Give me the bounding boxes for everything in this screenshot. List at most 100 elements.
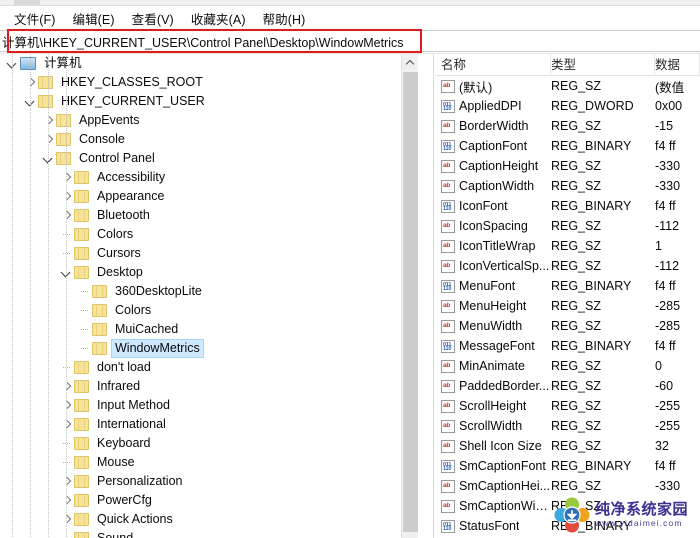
expand-chevron-icon[interactable] bbox=[42, 111, 56, 130]
value-data-cell: f4 ff bbox=[655, 139, 700, 153]
scroll-up-button[interactable] bbox=[402, 54, 418, 71]
menu-favorites[interactable]: 收藏夹(A) bbox=[183, 7, 255, 30]
tree-item-accessibility[interactable]: Accessibility bbox=[0, 168, 418, 187]
value-name-label: SmCaptionWid... bbox=[459, 499, 551, 513]
registry-tree: 计算机HKEY_CLASSES_ROOTHKEY_CURRENT_USERApp… bbox=[0, 54, 418, 538]
tree-item-360desktoplite[interactable]: 360DesktopLite bbox=[0, 282, 418, 301]
value-row[interactable]: abIconTitleWrapREG_SZ1 bbox=[435, 236, 700, 256]
tree-item-label: Bluetooth bbox=[94, 207, 153, 224]
expand-chevron-icon[interactable] bbox=[60, 168, 74, 187]
pane-splitter[interactable] bbox=[418, 54, 434, 538]
tree-item-mouse[interactable]: Mouse bbox=[0, 453, 418, 472]
folder-icon bbox=[92, 304, 107, 317]
tree-item-colors[interactable]: Colors bbox=[0, 225, 418, 244]
address-input[interactable]: 计算机\HKEY_CURRENT_USER\Control Panel\Desk… bbox=[0, 30, 700, 52]
menu-bar: 文件(F)编辑(E)查看(V)收藏夹(A)帮助(H) bbox=[0, 6, 700, 30]
tree-item-control-panel[interactable]: Control Panel bbox=[0, 149, 418, 168]
tree-connector-icon bbox=[60, 244, 74, 263]
value-row[interactable]: 011110AppliedDPIREG_DWORD0x00 bbox=[435, 96, 700, 116]
collapse-chevron-icon[interactable] bbox=[42, 149, 56, 168]
value-row[interactable]: 011110IconFontREG_BINARYf4 ff bbox=[435, 196, 700, 216]
value-row[interactable]: abIconVerticalSp...REG_SZ-112 bbox=[435, 256, 700, 276]
menu-view[interactable]: 查看(V) bbox=[124, 7, 183, 30]
tree-item-international[interactable]: International bbox=[0, 415, 418, 434]
collapse-chevron-icon[interactable] bbox=[60, 263, 74, 282]
tree-item-quick-actions[interactable]: Quick Actions bbox=[0, 510, 418, 529]
tree-item-colors[interactable]: Colors bbox=[0, 301, 418, 320]
string-value-icon: ab bbox=[441, 300, 455, 313]
value-row[interactable]: abScrollHeightREG_SZ-255 bbox=[435, 396, 700, 416]
value-row[interactable]: abScrollWidthREG_SZ-255 bbox=[435, 416, 700, 436]
tree-item-don-t-load[interactable]: don't load bbox=[0, 358, 418, 377]
value-row[interactable]: 011110CaptionFontREG_BINARYf4 ff bbox=[435, 136, 700, 156]
column-header-type[interactable]: 类型 bbox=[551, 54, 655, 76]
tree-item-hkey-classes-root[interactable]: HKEY_CLASSES_ROOT bbox=[0, 73, 418, 92]
tree-item-desktop[interactable]: Desktop bbox=[0, 263, 418, 282]
value-row[interactable]: 011110MessageFontREG_BINARYf4 ff bbox=[435, 336, 700, 356]
expand-chevron-icon[interactable] bbox=[60, 206, 74, 225]
menu-help[interactable]: 帮助(H) bbox=[255, 7, 315, 30]
collapse-chevron-icon[interactable] bbox=[24, 92, 38, 111]
menu-file[interactable]: 文件(F) bbox=[6, 7, 64, 30]
expand-chevron-icon[interactable] bbox=[60, 415, 74, 434]
value-row[interactable]: abMenuWidthREG_SZ-285 bbox=[435, 316, 700, 336]
value-row[interactable]: 011110StatusFontREG_BINARY bbox=[435, 516, 700, 536]
tree-item-appevents[interactable]: AppEvents bbox=[0, 111, 418, 130]
column-header-data[interactable]: 数据 bbox=[655, 54, 700, 76]
tree-item-windowmetrics[interactable]: WindowMetrics bbox=[0, 339, 418, 358]
expand-chevron-icon[interactable] bbox=[60, 491, 74, 510]
value-name-label: IconVerticalSp... bbox=[459, 259, 549, 273]
expand-chevron-icon[interactable] bbox=[60, 187, 74, 206]
expand-chevron-icon[interactable] bbox=[60, 510, 74, 529]
folder-icon bbox=[92, 285, 107, 298]
collapse-chevron-icon[interactable] bbox=[6, 54, 20, 73]
value-row[interactable]: abMinAnimateREG_SZ0 bbox=[435, 356, 700, 376]
value-row[interactable]: abCaptionWidthREG_SZ-330 bbox=[435, 176, 700, 196]
registry-editor-window: 文件(F)编辑(E)查看(V)收藏夹(A)帮助(H) 计算机\HKEY_CURR… bbox=[0, 0, 700, 538]
value-row[interactable]: abSmCaptionWid...REG_SZ bbox=[435, 496, 700, 516]
value-row[interactable]: abCaptionHeightREG_SZ-330 bbox=[435, 156, 700, 176]
registry-value-list-pane[interactable]: 名称 类型 数据 ab(默认)REG_SZ(数值011110AppliedDPI… bbox=[435, 54, 700, 538]
tree-item-sound[interactable]: Sound bbox=[0, 529, 418, 538]
tree-item-appearance[interactable]: Appearance bbox=[0, 187, 418, 206]
tree-item-powercfg[interactable]: PowerCfg bbox=[0, 491, 418, 510]
tree-item-label: Personalization bbox=[94, 473, 185, 490]
tree-item-muicached[interactable]: MuiCached bbox=[0, 320, 418, 339]
tree-item-infrared[interactable]: Infrared bbox=[0, 377, 418, 396]
value-row[interactable]: abShell Icon SizeREG_SZ32 bbox=[435, 436, 700, 456]
column-header-name[interactable]: 名称 bbox=[435, 54, 551, 76]
tree-item-bluetooth[interactable]: Bluetooth bbox=[0, 206, 418, 225]
value-row[interactable]: abIconSpacingREG_SZ-112 bbox=[435, 216, 700, 236]
value-row[interactable]: ab(默认)REG_SZ(数值 bbox=[435, 76, 700, 96]
string-value-icon: ab bbox=[441, 400, 455, 413]
tree-item-console[interactable]: Console bbox=[0, 130, 418, 149]
tree-item-[interactable]: 计算机 bbox=[0, 54, 418, 73]
value-data-cell: f4 ff bbox=[655, 199, 700, 213]
tree-item-cursors[interactable]: Cursors bbox=[0, 244, 418, 263]
tree-item-hkey-current-user[interactable]: HKEY_CURRENT_USER bbox=[0, 92, 418, 111]
value-row[interactable]: abMenuHeightREG_SZ-285 bbox=[435, 296, 700, 316]
value-row[interactable]: abPaddedBorder...REG_SZ-60 bbox=[435, 376, 700, 396]
menu-edit[interactable]: 编辑(E) bbox=[64, 7, 123, 30]
value-row[interactable]: 011110SmCaptionFontREG_BINARYf4 ff bbox=[435, 456, 700, 476]
tree-item-keyboard[interactable]: Keyboard bbox=[0, 434, 418, 453]
expand-chevron-icon[interactable] bbox=[60, 377, 74, 396]
expand-chevron-icon[interactable] bbox=[24, 73, 38, 92]
tree-item-label: MuiCached bbox=[112, 321, 181, 338]
tree-item-personalization[interactable]: Personalization bbox=[0, 472, 418, 491]
scrollbar-thumb[interactable] bbox=[403, 72, 418, 532]
folder-icon bbox=[74, 361, 89, 374]
tree-vertical-scrollbar[interactable] bbox=[401, 54, 418, 538]
expand-chevron-icon[interactable] bbox=[60, 396, 74, 415]
value-row[interactable]: abSmCaptionHei...REG_SZ-330 bbox=[435, 476, 700, 496]
expand-chevron-icon[interactable] bbox=[60, 472, 74, 491]
tree-item-input-method[interactable]: Input Method bbox=[0, 396, 418, 415]
tree-item-label: Colors bbox=[94, 226, 136, 243]
value-row[interactable]: abBorderWidthREG_SZ-15 bbox=[435, 116, 700, 136]
value-data-cell: -255 bbox=[655, 419, 700, 433]
value-row[interactable]: 011110MenuFontREG_BINARYf4 ff bbox=[435, 276, 700, 296]
value-name-label: SmCaptionFont bbox=[459, 459, 546, 473]
value-type-cell: REG_SZ bbox=[551, 499, 655, 513]
expand-chevron-icon[interactable] bbox=[42, 130, 56, 149]
registry-tree-pane[interactable]: 计算机HKEY_CLASSES_ROOTHKEY_CURRENT_USERApp… bbox=[0, 54, 418, 538]
